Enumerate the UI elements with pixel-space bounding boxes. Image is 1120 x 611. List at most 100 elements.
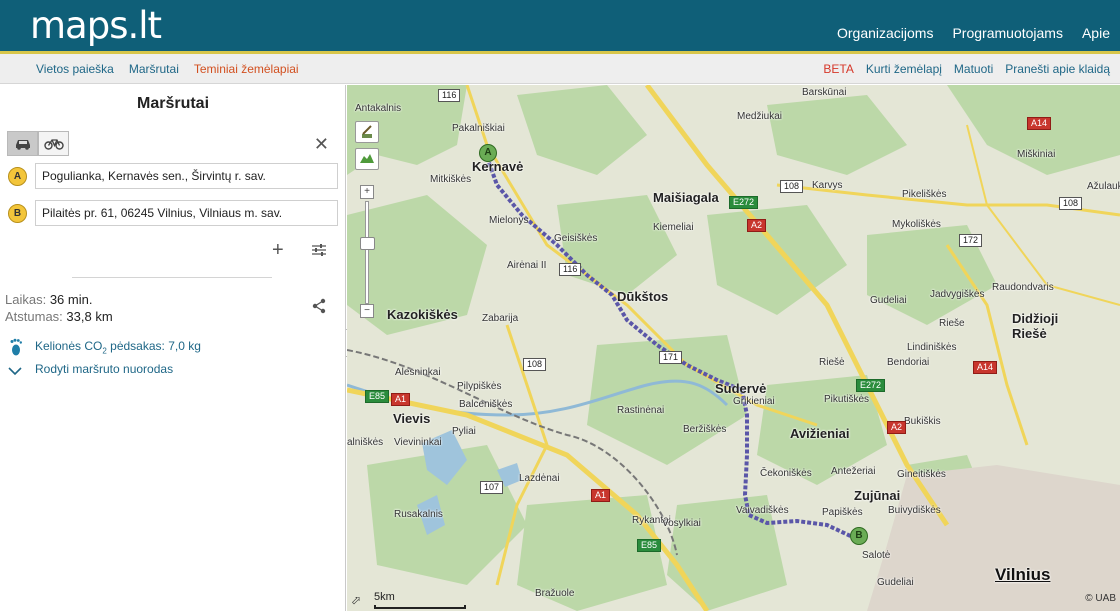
place-label: Kazokiškės: [387, 307, 458, 322]
show-directions-link[interactable]: Rodyti maršruto nuorodas: [35, 362, 173, 376]
place-label: Pyliai: [452, 426, 476, 437]
place-label: Barskūnai: [802, 87, 847, 98]
place-label: Balceniškės: [459, 399, 513, 410]
place-label: Dūkštos: [617, 289, 669, 304]
waypoint-b-marker: B: [8, 204, 27, 223]
bicycle-icon: [43, 139, 64, 150]
road-number-shield: 171: [659, 351, 683, 364]
bike-mode-button[interactable]: [38, 131, 69, 156]
sub-navbar: Vietos paieška Maršrutai Teminiai žemėla…: [0, 54, 1120, 84]
route-start-pin[interactable]: A: [479, 144, 497, 162]
place-label: Gudeliai: [870, 295, 907, 306]
place-label: Zujūnai: [854, 488, 901, 503]
place-label: Raudondvaris: [992, 282, 1054, 293]
place-label: Mykoliškės: [892, 219, 941, 230]
route-options-button[interactable]: [311, 242, 327, 263]
tab-teminiai-zemelapiai[interactable]: Teminiai žemėlapiai: [194, 62, 299, 76]
map-base: [347, 85, 1120, 611]
scale-bar: 5km: [374, 591, 466, 609]
road-number-shield: A2: [747, 219, 767, 232]
zoom-slider-track[interactable]: [365, 201, 369, 304]
place-label: Riešė: [819, 357, 845, 368]
tab-marsrutai[interactable]: Maršrutai: [129, 62, 179, 76]
zoom-control: + −: [360, 185, 376, 320]
place-label: Airėnai II: [507, 260, 547, 271]
link-pranesti-klaida[interactable]: Pranešti apie klaidą: [1005, 62, 1110, 76]
footprint-icon: [9, 338, 23, 361]
nav-programuotojams[interactable]: Programuotojams: [952, 25, 1063, 41]
app-root: maps.lt Organizacijoms Programuotojams A…: [0, 0, 1120, 611]
tab-vietos-paieska[interactable]: Vietos paieška: [36, 62, 114, 76]
travel-mode-switch: [7, 131, 69, 156]
layers-button[interactable]: [355, 148, 379, 170]
street-view-icon: [362, 125, 372, 138]
route-end-pin[interactable]: B: [850, 527, 868, 545]
place-label: Mitkiškės: [430, 174, 472, 185]
place-label: Lazdėnai: [519, 473, 560, 484]
place-label: Rastinėnai: [617, 405, 665, 416]
car-mode-button[interactable]: [7, 131, 38, 156]
place-label: Miškiniai: [1017, 149, 1056, 160]
close-icon[interactable]: ✕: [314, 135, 329, 153]
place-label: Sudervė: [715, 381, 767, 396]
route-sidebar: Maršrutai ✕ A Pogulianka, Kernavės sen.,…: [0, 85, 346, 611]
place-label: Avižieniai: [790, 426, 850, 441]
place-label: Medžiukai: [737, 111, 783, 122]
scale-label: 5km: [374, 591, 395, 603]
place-label: Zabarija: [482, 313, 519, 324]
nav-apie[interactable]: Apie: [1082, 25, 1110, 41]
place-label: Gineitiškės: [897, 469, 946, 480]
zoom-slider-handle[interactable]: [360, 237, 375, 250]
place-label: Bendoriai: [887, 357, 930, 368]
copyright-text: © UAB: [1085, 593, 1116, 604]
place-label: Vosylkiai: [662, 518, 701, 529]
place-label: Antežeriai: [831, 466, 876, 477]
chevron-down-icon[interactable]: [8, 363, 22, 381]
origin-input[interactable]: Pogulianka, Kernavės sen., Širvintų r. s…: [35, 163, 338, 189]
zoom-in-button[interactable]: +: [360, 185, 374, 199]
place-label: Salotė: [862, 550, 891, 561]
place-label: Vievininkai: [394, 437, 442, 448]
route-time: Laikas: 36 min.: [5, 292, 92, 307]
pegman-button[interactable]: [355, 121, 379, 143]
place-label: Didžioji: [1012, 311, 1059, 326]
map-view[interactable]: Antakalnis Pakalniškiai Kernavė Mitkiškės Mi…: [347, 85, 1120, 611]
road-number-shield: 116: [559, 263, 582, 276]
place-label: Beržiškės: [683, 424, 727, 435]
place-label: Mielonys: [489, 215, 529, 226]
road-number-shield: 172: [959, 234, 983, 247]
place-label: Bražuole: [535, 588, 575, 599]
zoom-out-button[interactable]: −: [360, 304, 374, 318]
place-label: Gudeliai: [877, 577, 914, 588]
destination-input[interactable]: Pilaitės pr. 61, 06245 Vilnius, Vilniaus…: [35, 200, 338, 226]
link-matuoti[interactable]: Matuoti: [954, 62, 993, 76]
share-icon: [312, 298, 326, 314]
place-label: Pilypiškės: [457, 381, 502, 392]
road-number-shield: 116: [438, 89, 461, 102]
fullscreen-icon[interactable]: ⬀: [351, 593, 361, 607]
nav-organizacijoms[interactable]: Organizacijoms: [837, 25, 933, 41]
share-button[interactable]: [311, 298, 327, 319]
place-label: Jadvygiškės: [930, 289, 985, 300]
place-label: Riešė: [1012, 326, 1047, 341]
place-label: Vievis: [393, 411, 431, 426]
waypoint-b: B Pilaitės pr. 61, 06245 Vilnius, Vilnia…: [8, 200, 338, 226]
road-number-shield: 108: [780, 180, 804, 193]
road-number-shield: A2: [887, 421, 907, 434]
waypoint-a-marker: A: [8, 167, 27, 186]
place-label: Alesninkai: [395, 367, 441, 378]
add-waypoint-button[interactable]: +: [272, 240, 284, 260]
time-label: Laikas:: [5, 292, 47, 307]
site-logo[interactable]: maps.lt: [30, 4, 162, 47]
distance-label: Atstumas:: [5, 309, 63, 324]
top-nav: Organizacijoms Programuotojams Apie: [837, 25, 1110, 41]
place-label: Vaivadiškės: [736, 505, 789, 516]
place-label: Pikeliškės: [902, 189, 947, 200]
terrain-icon: [360, 154, 374, 163]
place-label: Kiemeliai: [653, 222, 694, 233]
place-label: Grikieniai: [733, 396, 775, 407]
scale-bar-line: [374, 605, 466, 609]
link-kurti-zemelapi[interactable]: Kurti žemėlapį: [866, 62, 942, 76]
road-number-shield: A14: [973, 361, 998, 374]
place-label: Karvys: [812, 180, 843, 191]
